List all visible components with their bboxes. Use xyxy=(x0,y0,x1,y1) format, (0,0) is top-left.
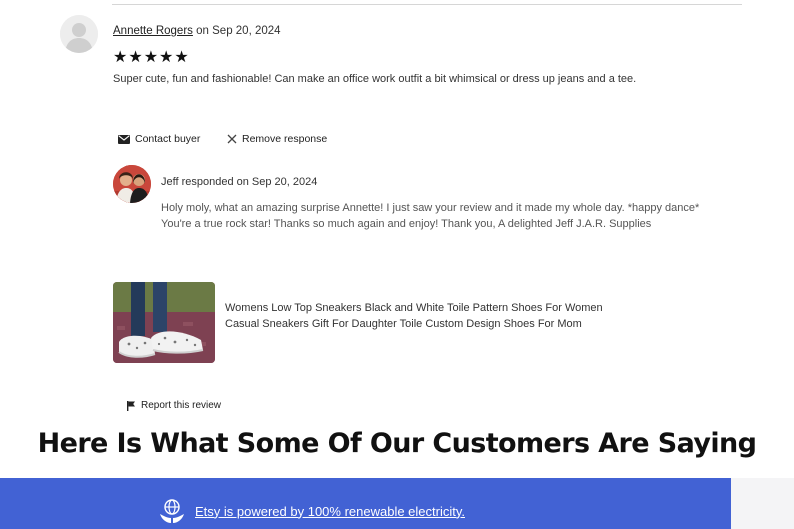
review-meta: Annette Rogers on Sep 20, 2024 xyxy=(113,25,281,37)
response-header: Jeff responded on Sep 20, 2024 xyxy=(161,176,318,188)
response-text: Holy moly, what an amazing surprise Anne… xyxy=(161,202,700,230)
flag-icon xyxy=(127,400,135,411)
contact-buyer-button[interactable]: Contact buyer xyxy=(118,133,200,145)
product-image[interactable] xyxy=(113,282,215,363)
star-rating: ★★★★★ xyxy=(113,49,190,66)
footer-text: Etsy is powered by 100% renewable electr… xyxy=(195,503,465,519)
seller-avatar xyxy=(113,165,151,203)
report-review-label: Report this review xyxy=(141,400,222,411)
remove-response-label: Remove response xyxy=(242,133,328,145)
divider xyxy=(112,4,742,5)
envelope-icon xyxy=(118,134,130,144)
contact-buyer-label: Contact buyer xyxy=(135,133,201,145)
customers-headline: Here Is What Some Of Our Customers Are S… xyxy=(37,428,757,459)
reviewer-name-link[interactable]: Annette Rogers xyxy=(113,25,193,37)
globe-icon xyxy=(160,499,184,523)
product-title-link[interactable]: Womens Low Top Sneakers Black and White … xyxy=(225,300,605,332)
remove-response-button[interactable]: Remove response xyxy=(227,133,327,145)
report-review-button[interactable]: Report this review xyxy=(127,400,221,411)
close-icon xyxy=(227,134,237,144)
review-date-prefix: on xyxy=(196,25,209,37)
review-text: Super cute, fun and fashionable! Can mak… xyxy=(113,73,637,85)
review-date: Sep 20, 2024 xyxy=(212,25,281,37)
renewable-electricity-link[interactable]: Etsy is powered by 100% renewable electr… xyxy=(158,498,465,524)
footer-side-panel xyxy=(731,478,794,529)
reviewer-avatar xyxy=(60,15,98,53)
